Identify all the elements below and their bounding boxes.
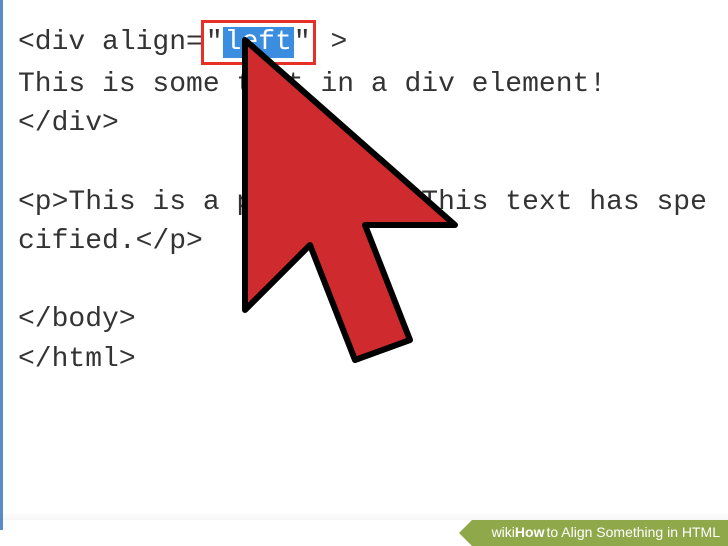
code-line: This is some text in a div element! <box>18 69 606 100</box>
selected-text[interactable]: left <box>223 27 294 58</box>
code-token: <div align= <box>18 27 203 58</box>
shadow-divider <box>0 512 728 520</box>
code-token: " <box>294 27 311 58</box>
code-token: > <box>314 27 348 58</box>
code-line: </html> <box>18 344 136 375</box>
code-token: " <box>206 27 223 58</box>
brand-prefix: wiki <box>492 523 515 543</box>
highlight-box: "left" <box>201 20 316 65</box>
code-line: </body> <box>18 304 136 335</box>
footer-attribution: wikiHow to Align Something in HTML <box>472 520 728 546</box>
code-line: <p>This is a paragraph. This text has sp… <box>18 187 707 257</box>
article-title: to Align Something in HTML <box>546 523 720 543</box>
code-editor[interactable]: <div align="left" > This is some text in… <box>0 0 728 389</box>
code-line: </div> <box>18 108 119 139</box>
brand-bold: How <box>515 523 545 543</box>
wikihow-badge: wikiHow to Align Something in HTML <box>472 520 728 546</box>
editor-left-border <box>0 0 3 530</box>
